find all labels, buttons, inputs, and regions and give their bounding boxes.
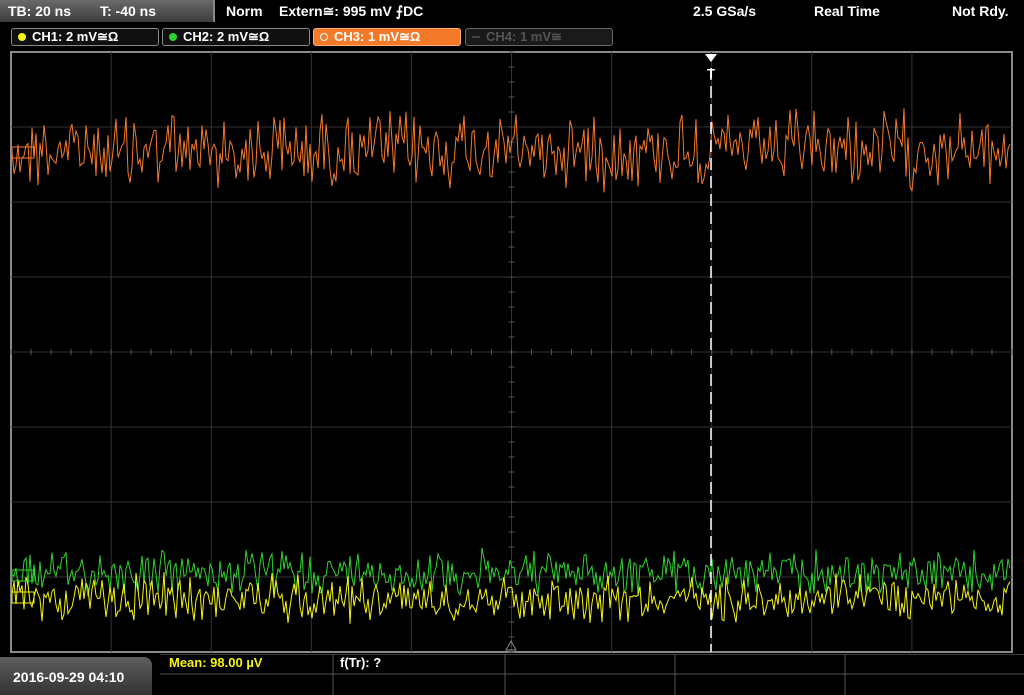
acquisition-mode[interactable]: Real Time (814, 3, 880, 19)
channel-4-label: CH4: 1 mV≅ (486, 29, 562, 44)
acquisition-status: Not Rdy. (952, 3, 1009, 19)
timebase-panel[interactable]: TB: 20 ns T: -40 ns (0, 0, 215, 22)
channel-1-dot-icon (18, 33, 26, 41)
channel-2-button[interactable]: CH2: 2 mV≅Ω (162, 28, 310, 46)
sample-rate[interactable]: 2.5 GSa/s (693, 3, 756, 19)
channel-1-label: CH1: 2 mV≅Ω (32, 29, 119, 44)
channel-4-off-icon (472, 36, 480, 38)
datetime-value: 2016-09-29 04:10 (13, 669, 125, 685)
trigger-mode[interactable]: Norm (226, 3, 263, 19)
datetime-panel: 2016-09-29 04:10 (0, 657, 152, 695)
channel-3-button[interactable]: CH3: 1 mV≅Ω (313, 28, 461, 46)
trigger-marker-label: T (707, 66, 715, 81)
channel-4-button[interactable]: CH4: 1 mV≅ (465, 28, 613, 46)
channel-2-label: CH2: 2 mV≅Ω (183, 29, 270, 44)
channel-3-dot-icon (320, 33, 328, 41)
channel-1-button[interactable]: CH1: 2 mV≅Ω (11, 28, 159, 46)
channel-3-label: CH3: 1 mV≅Ω (334, 29, 421, 44)
scope-display[interactable]: T (0, 0, 1024, 695)
measurement-grid (160, 654, 1024, 695)
trigger-time-value: T: -40 ns (100, 3, 157, 19)
timebase-value: TB: 20 ns (8, 3, 72, 19)
frequency-measurement[interactable]: f(Tr): ? (340, 655, 381, 670)
mean-measurement[interactable]: Mean: 98.00 µV (169, 655, 262, 670)
trigger-source[interactable]: Extern≅: 995 mV ⨍DC (279, 3, 423, 20)
status-bar: TB: 20 ns T: -40 ns Norm Extern≅: 995 mV… (0, 0, 1024, 24)
channel-2-dot-icon (169, 33, 177, 41)
measurement-bar (0, 654, 1024, 695)
